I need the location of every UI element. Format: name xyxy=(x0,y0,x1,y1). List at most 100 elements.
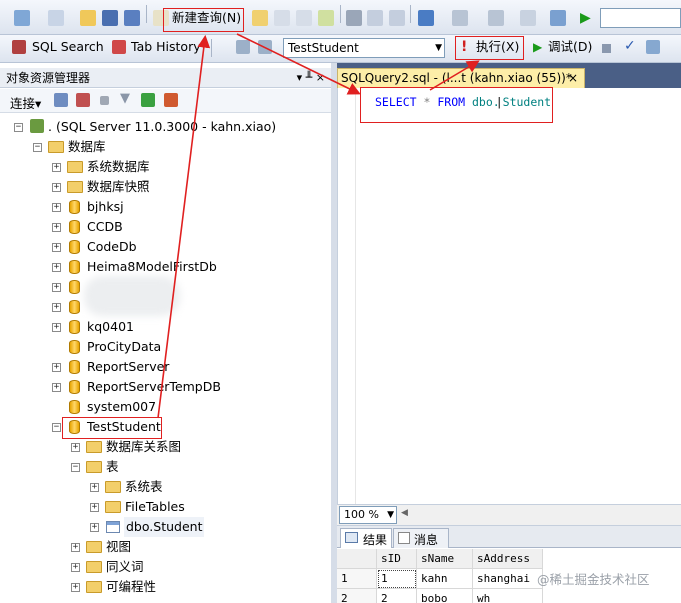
filter-icon[interactable]: ▼ xyxy=(120,91,130,106)
expand-icon[interactable]: + xyxy=(52,163,61,172)
sql-search-icon[interactable] xyxy=(12,40,26,54)
zoom-select[interactable]: 100 % ▼ xyxy=(339,506,397,524)
tree-item[interactable]: + ReportServer xyxy=(0,357,331,377)
find-combo[interactable] xyxy=(600,8,681,28)
collapse-icon[interactable]: − xyxy=(71,463,80,472)
column-header[interactable]: sName xyxy=(417,549,473,569)
connect-button[interactable]: 连接▾ xyxy=(10,93,41,112)
new-project-icon[interactable] xyxy=(14,10,30,26)
scroll-left-icon[interactable]: ◀ xyxy=(401,508,408,518)
debug-icon[interactable]: ▶ xyxy=(533,40,542,54)
connect-icon[interactable] xyxy=(54,93,68,107)
expand-icon[interactable]: + xyxy=(52,383,61,392)
tree-item[interactable]: + 系统数据库 xyxy=(0,157,331,177)
database-select[interactable]: TestStudent ▼ xyxy=(283,38,445,58)
tree-item[interactable]: + CodeDb xyxy=(0,237,331,257)
table-cell[interactable]: kahn xyxy=(417,569,473,589)
cut-icon[interactable] xyxy=(346,10,362,26)
table-cell[interactable]: 2 xyxy=(377,589,417,603)
tree-synonyms[interactable]: + 同义词 xyxy=(0,557,331,577)
panel-pin-close[interactable]: ▾ ╨ × xyxy=(297,68,325,88)
collapse-icon[interactable]: − xyxy=(14,123,23,132)
refresh-icon[interactable] xyxy=(141,93,155,107)
expand-icon[interactable]: + xyxy=(52,283,61,292)
tree-tables[interactable]: − 表 xyxy=(0,457,331,477)
query-options-icon[interactable] xyxy=(646,40,660,54)
tree-views[interactable]: + 视图 xyxy=(0,537,331,557)
start-icon[interactable]: ▶ xyxy=(580,10,596,26)
copy-icon[interactable] xyxy=(367,10,383,26)
table-cell[interactable]: 1 xyxy=(377,569,417,589)
stop-icon[interactable] xyxy=(100,96,109,105)
debug-button[interactable]: 调试(D) xyxy=(548,36,592,58)
stop-icon[interactable] xyxy=(602,44,611,53)
tree-item[interactable]: + kq0401 xyxy=(0,317,331,337)
tree-item[interactable]: ProCityData xyxy=(0,337,331,357)
column-header[interactable]: sID xyxy=(377,549,417,569)
tree-diagrams[interactable]: + 数据库关系图 xyxy=(0,437,331,457)
disconnect-server-icon[interactable] xyxy=(76,93,90,107)
save-icon[interactable] xyxy=(102,10,118,26)
redo-icon[interactable] xyxy=(452,10,468,26)
tab-history-button[interactable]: Tab History xyxy=(131,36,201,58)
expand-icon[interactable]: + xyxy=(90,523,99,532)
report-icon[interactable] xyxy=(550,10,566,26)
analysis-query-icon[interactable] xyxy=(274,10,290,26)
add-item-icon[interactable] xyxy=(48,10,64,26)
expand-icon[interactable]: + xyxy=(52,363,61,372)
tree-item[interactable]: + 数据库快照 xyxy=(0,177,331,197)
sql-search-button[interactable]: SQL Search xyxy=(32,36,104,58)
navigate-icon[interactable] xyxy=(488,10,504,26)
tree-item[interactable]: + ReportServerTempDB xyxy=(0,377,331,397)
tree-item[interactable]: − TestStudent xyxy=(0,417,331,437)
tree-item[interactable]: + CCDB xyxy=(0,217,331,237)
table-cell[interactable]: wh xyxy=(473,589,543,603)
xmla-query-icon[interactable] xyxy=(296,10,312,26)
editor-tab[interactable]: SQLQuery2.sql - (l...t (kahn.xiao (55))*… xyxy=(337,68,585,88)
tree-item[interactable]: + bjhksj xyxy=(0,197,331,217)
tab-messages[interactable]: 消息 xyxy=(393,528,449,548)
disconnect-icon[interactable] xyxy=(258,40,272,54)
expand-icon[interactable]: + xyxy=(52,303,61,312)
tree-item[interactable]: + Heima8ModelFirstDb xyxy=(0,257,331,277)
tree-databases[interactable]: − 数据库 xyxy=(0,137,331,157)
expand-icon[interactable]: + xyxy=(71,583,80,592)
save-all-icon[interactable] xyxy=(124,10,140,26)
expand-icon[interactable]: + xyxy=(52,223,61,232)
expand-icon[interactable]: + xyxy=(52,243,61,252)
open-folder-icon[interactable] xyxy=(80,10,96,26)
activity-icon[interactable] xyxy=(164,93,178,107)
tree-system-tables[interactable]: + 系统表 xyxy=(0,477,331,497)
sql-editor[interactable]: SELECT * FROM dbo.|Student xyxy=(337,88,681,504)
close-icon[interactable]: × xyxy=(568,69,578,87)
activity-monitor-icon[interactable] xyxy=(520,10,536,26)
table-cell[interactable]: shanghai xyxy=(473,569,543,589)
table-cell[interactable]: bobo xyxy=(417,589,473,603)
expand-icon[interactable]: + xyxy=(52,263,61,272)
expand-icon[interactable]: + xyxy=(52,323,61,332)
paste-icon[interactable] xyxy=(389,10,405,26)
column-header[interactable]: sAddress xyxy=(473,549,543,569)
parse-icon[interactable]: ✓ xyxy=(624,38,636,54)
row-number[interactable]: 2 xyxy=(337,589,377,603)
database-engine-query-icon[interactable] xyxy=(252,10,268,26)
tree-server[interactable]: − . (SQL Server 11.0.3000 - kahn.xiao) xyxy=(0,117,331,137)
expand-icon[interactable]: + xyxy=(71,543,80,552)
expand-icon[interactable]: + xyxy=(71,443,80,452)
tab-history-icon[interactable] xyxy=(112,40,126,54)
expand-icon[interactable]: + xyxy=(52,183,61,192)
tab-results[interactable]: 结果 xyxy=(340,528,392,548)
row-number[interactable]: 1 xyxy=(337,569,377,589)
expand-icon[interactable]: + xyxy=(52,203,61,212)
tree-file-tables[interactable]: + FileTables xyxy=(0,497,331,517)
tree-programmability[interactable]: + 可编程性 xyxy=(0,577,331,597)
expand-icon[interactable]: + xyxy=(90,483,99,492)
collapse-icon[interactable]: − xyxy=(52,423,61,432)
dmx-query-icon[interactable] xyxy=(318,10,334,26)
expand-icon[interactable]: + xyxy=(71,563,80,572)
change-connection-icon[interactable] xyxy=(236,40,250,54)
undo-icon[interactable] xyxy=(418,10,434,26)
tree-dbo-student[interactable]: + dbo.Student xyxy=(0,517,331,537)
tree-item[interactable]: system007 xyxy=(0,397,331,417)
expand-icon[interactable]: + xyxy=(90,503,99,512)
